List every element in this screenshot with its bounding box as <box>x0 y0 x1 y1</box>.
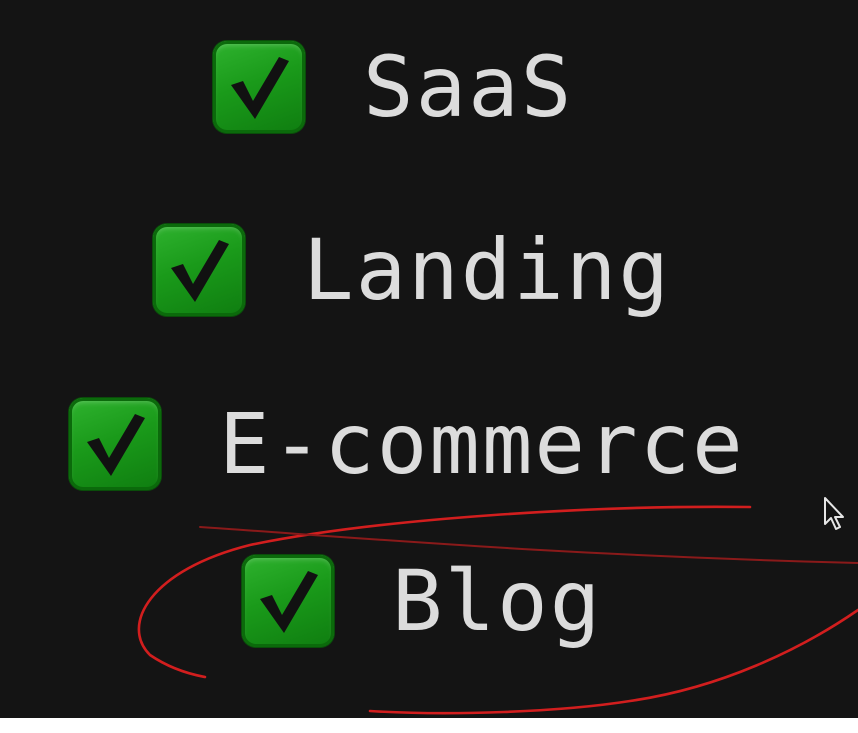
slide-canvas: SaaS Landing E-commerce Blog <box>0 0 858 718</box>
check-mark-icon <box>87 414 145 476</box>
checklist-item-label: E-commerce <box>219 395 745 493</box>
checklist-item-label: Blog <box>392 552 603 650</box>
mouse-pointer-icon <box>824 497 844 530</box>
checkbox-checked-icon <box>153 224 245 316</box>
checklist-item-label: Landing <box>303 221 672 319</box>
checklist-item-landing: Landing <box>153 222 671 318</box>
check-mark-icon <box>231 57 289 119</box>
checkbox-checked-icon <box>242 555 334 647</box>
checklist-item-ecommerce: E-commerce <box>69 396 745 492</box>
checkbox-checked-icon <box>213 41 305 133</box>
check-mark-icon <box>171 240 229 302</box>
checklist-item-blog: Blog <box>242 553 602 649</box>
check-mark-icon <box>260 571 318 633</box>
checklist-item-label: SaaS <box>363 38 574 136</box>
checklist-item-saas: SaaS <box>213 39 573 135</box>
checkbox-checked-icon <box>69 398 161 490</box>
